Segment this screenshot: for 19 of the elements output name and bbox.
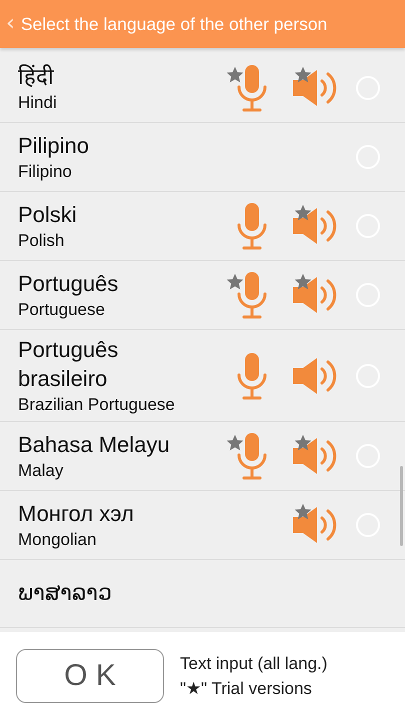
legend-note: "★" Trial versions xyxy=(180,678,313,698)
legend-note: Text input (all lang.) xyxy=(180,654,328,674)
language-native-name: Pilipino xyxy=(18,132,90,160)
language-english-name: Mongolian xyxy=(18,530,98,550)
language-native-name: Polski xyxy=(18,200,78,229)
language-english-name: Malay xyxy=(18,461,64,482)
ok-button[interactable]: O K xyxy=(16,649,164,703)
language-native-name: Português xyxy=(18,270,120,298)
language-english-name: Brazilian Portuguese xyxy=(18,395,176,416)
language-english-name: Filipino xyxy=(18,162,73,182)
language-english-name: Portuguese xyxy=(18,300,106,320)
language-native-name: ພາສາລາວ xyxy=(18,579,113,608)
language-native-name: Монгол хэл xyxy=(18,500,135,528)
language-native-name: Bahasa Melayu xyxy=(18,430,171,459)
language-native-name: Português brasileiro xyxy=(18,336,120,393)
language-english-name: Hindi xyxy=(18,93,58,114)
screen-title: Select the language of the other person xyxy=(20,14,328,34)
language-native-name: हिंदी xyxy=(18,62,55,91)
language-english-name: Polish xyxy=(18,231,66,252)
